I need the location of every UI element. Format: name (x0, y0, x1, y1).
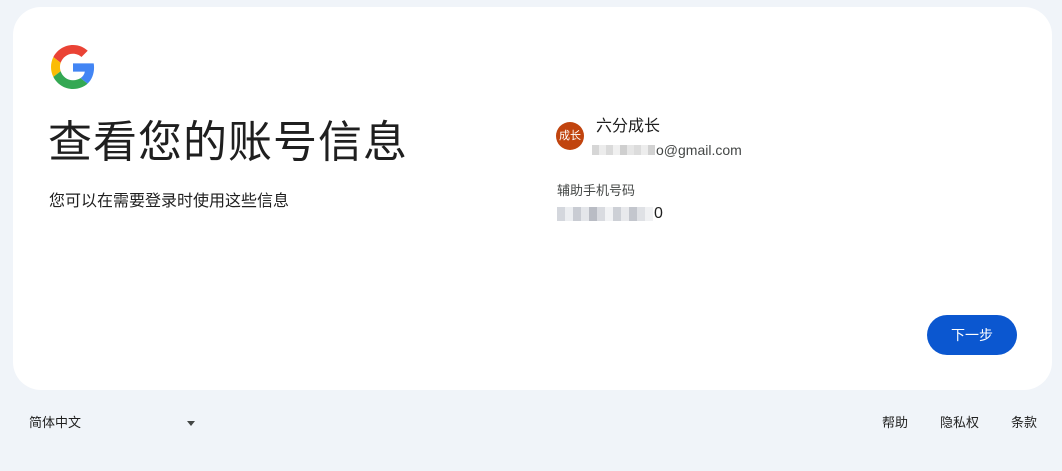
terms-link[interactable]: 条款 (1011, 409, 1037, 437)
page-subtitle: 您可以在需要登录时使用这些信息 (49, 193, 290, 210)
privacy-link[interactable]: 隐私权 (940, 409, 979, 437)
phone-suffix: 0 (654, 205, 663, 222)
caret-down-icon (187, 421, 195, 426)
account-email: o@gmail.com (592, 141, 742, 159)
account-name: 六分成长 (596, 118, 661, 135)
language-selector[interactable]: 简体中文 (16, 409, 202, 437)
redacted-phone-prefix (557, 207, 653, 221)
email-suffix: o@gmail.com (656, 142, 742, 158)
footer-links: 帮助 隐私权 条款 (850, 409, 1037, 437)
recovery-phone-value: 0 (557, 204, 663, 224)
sign-in-card: 查看您的账号信息 您可以在需要登录时使用这些信息 成长 六分成长 o@gmail… (13, 7, 1052, 390)
language-label: 简体中文 (29, 415, 82, 430)
next-button[interactable]: 下一步 (927, 315, 1017, 355)
redacted-email-prefix (592, 145, 655, 155)
recovery-phone-label: 辅助手机号码 (557, 183, 636, 198)
google-g-logo-icon (51, 45, 95, 89)
help-link[interactable]: 帮助 (882, 409, 908, 437)
page-title: 查看您的账号信息 (48, 118, 408, 167)
footer: 简体中文 帮助 隐私权 条款 (0, 405, 1062, 441)
avatar: 成长 (556, 122, 584, 150)
